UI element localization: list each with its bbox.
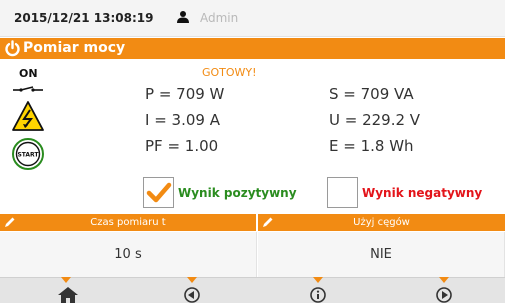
positive-result-checkbox[interactable] [143, 177, 174, 208]
on-label: ON [19, 67, 38, 80]
measure-time-field[interactable]: 10 s [0, 232, 257, 277]
title-bar: Pomiar mocy [0, 38, 505, 59]
checkmark-icon [146, 182, 172, 203]
info-icon [310, 287, 326, 303]
negative-result-checkbox[interactable] [327, 177, 358, 208]
indicator-arrow [61, 277, 71, 283]
indicator-arrow [313, 277, 323, 283]
reading-p: P = 709 W [145, 85, 225, 103]
reading-pf: PF = 1.00 [145, 137, 219, 155]
page-title: Pomiar mocy [23, 40, 126, 56]
reading-u: U = 229.2 V [329, 111, 421, 129]
start-icon[interactable]: START [11, 137, 45, 171]
measure-time-header[interactable]: Czas pomiaru t [0, 214, 256, 231]
use-clamps-value: NIE [370, 247, 392, 262]
home-icon [58, 287, 78, 303]
measure-time-label: Czas pomiaru t [90, 217, 166, 228]
use-clamps-field[interactable]: NIE [258, 232, 505, 277]
back-icon [184, 287, 200, 303]
reading-e: E = 1.8 Wh [329, 137, 414, 155]
measure-time-value: 10 s [114, 247, 142, 262]
positive-result-label[interactable]: Wynik pozytywny [178, 186, 297, 200]
power-icon[interactable] [4, 40, 21, 57]
reading-s: S = 709 VA [329, 85, 414, 103]
use-clamps-label: Użyj cęgów [353, 217, 410, 228]
status-bar: 2015/12/21 13:08:19 Admin [0, 0, 505, 37]
forward-icon [436, 287, 452, 303]
user-icon [177, 11, 189, 23]
svg-text:START: START [17, 152, 39, 159]
back-button[interactable] [131, 277, 257, 303]
info-button[interactable] [257, 277, 383, 303]
negative-result-label[interactable]: Wynik negatywny [362, 186, 482, 200]
datetime: 2015/12/21 13:08:19 [14, 11, 154, 25]
indicator-arrow [439, 277, 449, 283]
high-voltage-icon [12, 101, 44, 131]
reading-i: I = 3.09 A [145, 111, 220, 129]
user-name: Admin [200, 11, 239, 25]
forward-button[interactable] [383, 277, 505, 303]
use-clamps-header[interactable]: Użyj cęgów [258, 214, 505, 231]
switch-icon [13, 86, 43, 92]
status-text: GOTOWY! [202, 66, 257, 79]
bottom-nav [0, 277, 505, 303]
home-button[interactable] [5, 277, 131, 303]
indicator-arrow [187, 277, 197, 283]
